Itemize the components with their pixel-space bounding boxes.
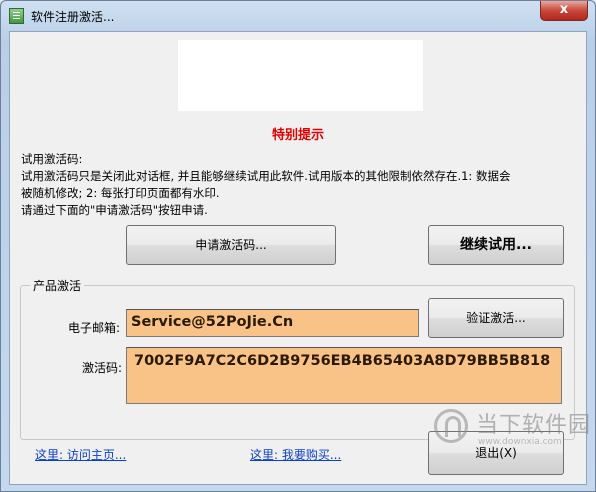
visit-homepage-link[interactable]: 这里: 访问主页... bbox=[35, 446, 126, 463]
notice-text: 试用激活码: 试用激活码只是关闭此对话框, 并且能够继续试用此软件.试用版本的其… bbox=[21, 151, 581, 219]
exit-button[interactable]: 退出(X) bbox=[428, 431, 564, 475]
window-title: 软件注册激活... bbox=[31, 10, 115, 24]
close-button[interactable]: x bbox=[540, 1, 588, 21]
title-bar[interactable]: 软件注册激活... x bbox=[1, 1, 595, 31]
buy-link[interactable]: 这里: 我要购买... bbox=[250, 446, 341, 463]
group-title: 产品激活 bbox=[30, 277, 85, 294]
banner-image bbox=[178, 40, 423, 111]
app-icon bbox=[9, 8, 24, 24]
activation-code-label: 激活码: bbox=[82, 361, 123, 375]
activation-code-field[interactable]: 7002F9A7C2C6D2B9756EB4B65403A8D79BB5B818 bbox=[126, 347, 562, 404]
notice-title: 特别提示 bbox=[271, 128, 324, 143]
verify-activation-button[interactable]: 验证激活... bbox=[428, 298, 564, 338]
notice-line: 被随机修改; 2: 每张打印页面都有水印. bbox=[21, 186, 220, 200]
dialog-client-area: 特别提示 试用激活码: 试用激活码只是关闭此对话框, 并且能够继续试用此软件.试… bbox=[9, 31, 587, 485]
notice-line: 试用激活码: bbox=[21, 152, 83, 166]
continue-trial-button[interactable]: 继续试用... bbox=[428, 225, 564, 265]
notice-line: 试用激活码只是关闭此对话框, 并且能够继续试用此软件.试用版本的其他限制依然存在… bbox=[21, 169, 511, 183]
apply-code-button[interactable]: 申请激活码... bbox=[126, 225, 336, 265]
notice-line: 请通过下面的"申请激活码"按钮申请. bbox=[21, 203, 208, 217]
email-field[interactable]: Service@52PoJie.Cn bbox=[126, 309, 419, 337]
activation-dialog-window: 软件注册激活... x 特别提示 试用激活码: 试用激活码只是关闭此对话框, 并… bbox=[0, 0, 596, 492]
email-label: 电子邮箱: bbox=[68, 321, 121, 335]
